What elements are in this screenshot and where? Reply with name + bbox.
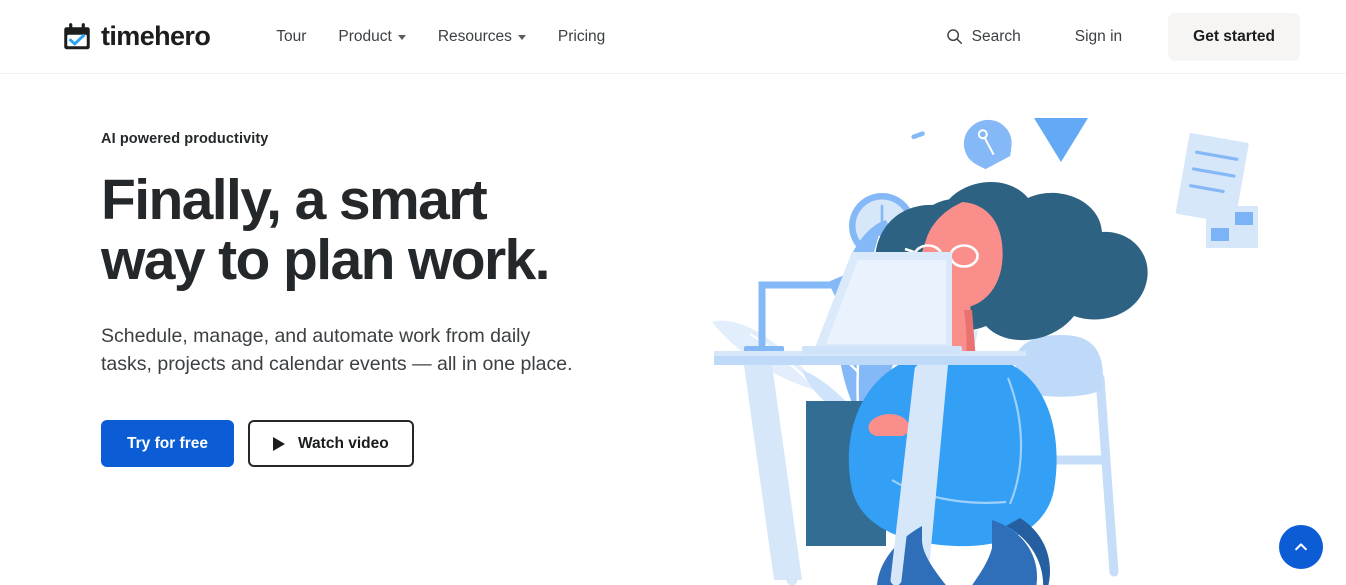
triangle-icon (1034, 118, 1088, 162)
hero-cta-row: Try for free Watch video (101, 420, 661, 468)
hero-eyebrow: AI powered productivity (101, 131, 269, 147)
play-icon (272, 436, 285, 451)
nav-item-label: Pricing (557, 27, 606, 45)
header-actions: Search Sign in Get started (940, 0, 1346, 73)
search-button[interactable]: Search (940, 20, 1027, 54)
chevron-down-icon (397, 35, 406, 40)
get-started-button[interactable]: Get started (1168, 12, 1300, 61)
search-icon (946, 28, 963, 45)
calendar-check-icon (62, 22, 92, 52)
lightbulb-icon (963, 120, 1015, 183)
hero-section: AI powered productivity Finally, a smart… (0, 74, 1346, 585)
nav-item-label: Product (338, 27, 392, 45)
scroll-to-top-button[interactable] (1279, 525, 1323, 569)
nav-item-label: Resources (437, 27, 512, 45)
hero-copy: AI powered productivity Finally, a smart… (101, 131, 661, 468)
chevron-down-icon (517, 35, 526, 40)
chevron-up-icon (1292, 538, 1310, 556)
site-header: timehero Tour Product Resources Pricing … (0, 0, 1346, 74)
hero-illustration (706, 60, 1346, 585)
sign-in-link[interactable]: Sign in (1069, 20, 1128, 54)
watch-video-button[interactable]: Watch video (247, 420, 414, 468)
envelope-icon (1206, 206, 1258, 248)
brand-logo-link[interactable]: timehero (62, 21, 211, 52)
try-for-free-button[interactable]: Try for free (101, 420, 234, 468)
brand-name: timehero (101, 21, 211, 51)
laptop (802, 252, 962, 354)
nav-item-pricing[interactable]: Pricing (542, 20, 621, 54)
hero-subhead: Schedule, manage, and automate work from… (101, 324, 573, 376)
nav-item-product[interactable]: Product (322, 20, 421, 54)
nav-item-label: Tour (276, 27, 307, 45)
page-title: Finally, a smart way to plan work. (101, 168, 551, 293)
nav-item-tour[interactable]: Tour (260, 20, 322, 54)
main-navigation: Tour Product Resources Pricing (260, 20, 621, 54)
watch-video-label: Watch video (297, 434, 389, 452)
search-label: Search (971, 27, 1021, 45)
nav-item-resources[interactable]: Resources (422, 20, 542, 54)
